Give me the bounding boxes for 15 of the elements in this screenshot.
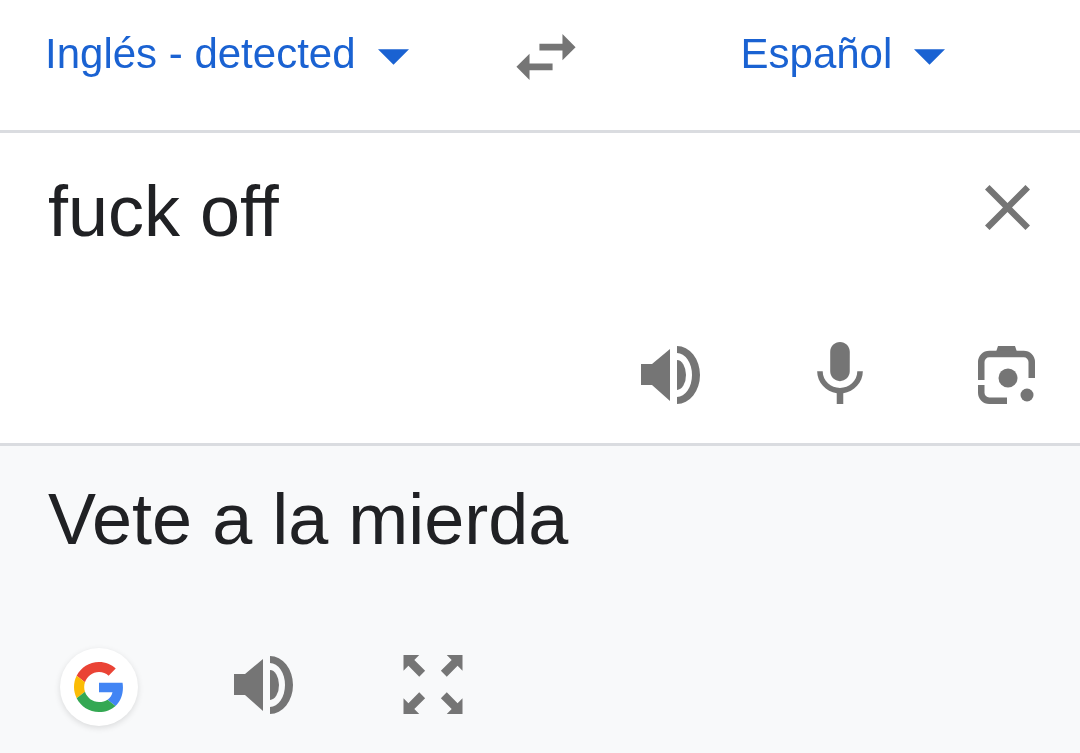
caret-down-icon [377, 49, 409, 65]
caret-down-icon [914, 49, 946, 65]
source-language-button[interactable]: Inglés - detected [45, 33, 409, 75]
close-icon[interactable] [985, 185, 1030, 230]
target-language-button[interactable]: Español [740, 33, 946, 75]
speaker-icon[interactable] [641, 346, 701, 404]
microphone-icon[interactable] [817, 342, 863, 404]
swap-icon[interactable] [515, 34, 576, 80]
g-logo-icon [74, 662, 124, 712]
speaker-icon[interactable] [234, 656, 294, 714]
source-text-field[interactable]: fuck off [48, 175, 279, 247]
camera-icon[interactable] [978, 345, 1035, 404]
logo-button[interactable] [60, 648, 138, 726]
expand-icon[interactable] [403, 654, 463, 714]
translation-text: Vete a la mierda [48, 483, 569, 555]
